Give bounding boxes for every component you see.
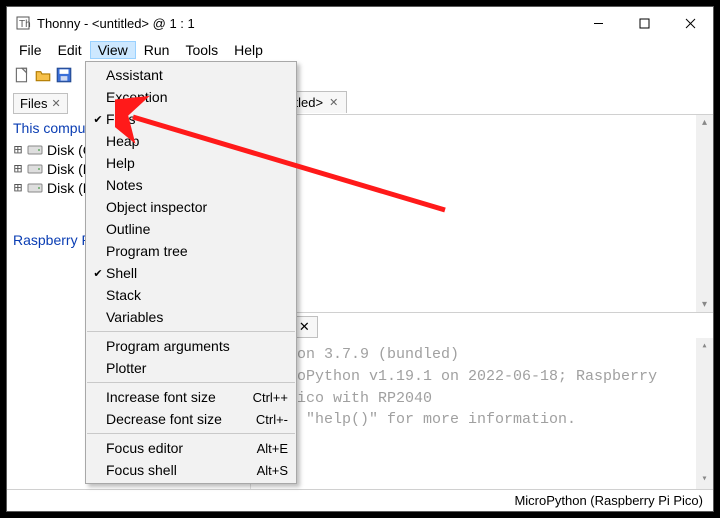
- menu-item-label: Object inspector: [106, 199, 288, 215]
- drive-icon: [27, 163, 43, 175]
- menu-run[interactable]: Run: [136, 41, 178, 59]
- scrollbar-vertical[interactable]: ▴ ▾: [696, 115, 713, 312]
- menu-item-label: Program tree: [106, 243, 288, 259]
- open-file-icon[interactable]: [34, 66, 52, 84]
- menu-item-label: Focus shell: [106, 462, 257, 478]
- expand-icon[interactable]: ⊞: [13, 180, 23, 196]
- statusbar: MicroPython (Raspberry Pi Pico): [7, 489, 713, 511]
- menu-item-label: Variables: [106, 309, 288, 325]
- app-icon: Th: [15, 15, 31, 31]
- close-icon[interactable]: ✕: [51, 97, 60, 110]
- menu-item-label: Decrease font size: [106, 411, 256, 427]
- maximize-button[interactable]: [621, 8, 667, 38]
- menu-item-accel: Alt+S: [257, 463, 288, 478]
- code-editor[interactable]: ▴ ▾: [251, 115, 713, 313]
- scroll-down-icon[interactable]: ▾: [702, 299, 707, 310]
- menu-item-stack[interactable]: Stack: [86, 284, 296, 306]
- scroll-up-icon[interactable]: ▴: [701, 340, 707, 355]
- menu-item-variables[interactable]: Variables: [86, 306, 296, 328]
- menu-item-plotter[interactable]: Plotter: [86, 357, 296, 379]
- editor-area: <untitled> ✕ ▴ ▾ Shell ✕ Python 3.7.9 (b…: [251, 89, 713, 489]
- editor-tabs: <untitled> ✕: [251, 89, 713, 115]
- titlebar: Th Thonny - <untitled> @ 1 : 1: [7, 7, 713, 39]
- close-icon[interactable]: ✕: [329, 96, 338, 109]
- menu-item-object-inspector[interactable]: Object inspector: [86, 196, 296, 218]
- menu-item-program-arguments[interactable]: Program arguments: [86, 335, 296, 357]
- menu-item-outline[interactable]: Outline: [86, 218, 296, 240]
- scroll-up-icon[interactable]: ▴: [702, 117, 707, 128]
- menu-item-decrease-font-size[interactable]: Decrease font sizeCtrl+-: [86, 408, 296, 430]
- menu-file[interactable]: File: [11, 41, 50, 59]
- drive-icon: [27, 182, 43, 194]
- menu-item-label: Focus editor: [106, 440, 257, 456]
- menu-item-accel: Alt+E: [257, 441, 288, 456]
- view-menu-dropdown: AssistantException✔FilesHeapHelpNotesObj…: [85, 61, 297, 484]
- menu-item-accel: Ctrl+-: [256, 412, 288, 427]
- shell-line: MicroPython v1.19.1 on 2022-06-18; Raspb…: [261, 366, 703, 388]
- menu-item-notes[interactable]: Notes: [86, 174, 296, 196]
- menu-item-label: Help: [106, 155, 288, 171]
- menu-item-help[interactable]: Help: [86, 152, 296, 174]
- menu-item-files[interactable]: ✔Files: [86, 108, 296, 130]
- new-file-icon[interactable]: [13, 66, 31, 84]
- menu-item-assistant[interactable]: Assistant: [86, 64, 296, 86]
- menu-item-label: Shell: [106, 265, 288, 281]
- menu-item-increase-font-size[interactable]: Increase font sizeCtrl++: [86, 386, 296, 408]
- close-button[interactable]: [667, 8, 713, 38]
- menu-tools[interactable]: Tools: [177, 41, 226, 59]
- menu-item-program-tree[interactable]: Program tree: [86, 240, 296, 262]
- menu-item-heap[interactable]: Heap: [86, 130, 296, 152]
- menu-item-label: Exception: [106, 89, 288, 105]
- drive-icon: [27, 144, 43, 156]
- menu-separator: [87, 382, 295, 383]
- check-icon: ✔: [90, 113, 106, 126]
- menu-separator: [87, 433, 295, 434]
- menu-item-shell[interactable]: ✔Shell: [86, 262, 296, 284]
- files-panel-tab-label: Files: [20, 96, 47, 111]
- menu-item-label: Heap: [106, 133, 288, 149]
- shell-line: Type "help()" for more information.: [261, 409, 703, 431]
- menu-item-label: Notes: [106, 177, 288, 193]
- minimize-button[interactable]: [575, 8, 621, 38]
- shell-line: Pi Pico with RP2040: [261, 388, 703, 410]
- interpreter-label[interactable]: MicroPython (Raspberry Pi Pico): [514, 493, 703, 508]
- menu-item-label: Program arguments: [106, 338, 288, 354]
- menu-item-label: Outline: [106, 221, 288, 237]
- shell-panel: Shell ✕ Python 3.7.9 (bundled) MicroPyth…: [251, 313, 713, 489]
- window-title: Thonny - <untitled> @ 1 : 1: [37, 16, 195, 31]
- menu-item-exception[interactable]: Exception: [86, 86, 296, 108]
- menu-item-label: Files: [106, 111, 288, 127]
- menu-item-label: Plotter: [106, 360, 288, 376]
- menubar: File Edit View Run Tools Help: [7, 39, 713, 61]
- menu-edit[interactable]: Edit: [50, 41, 90, 59]
- menu-item-label: Increase font size: [106, 389, 253, 405]
- files-panel-tab[interactable]: Files ✕: [13, 93, 68, 114]
- expand-icon[interactable]: ⊞: [13, 142, 23, 158]
- shell-prompt[interactable]: >>>: [261, 431, 703, 453]
- menu-item-accel: Ctrl++: [253, 390, 288, 405]
- menu-item-label: Stack: [106, 287, 288, 303]
- menu-help[interactable]: Help: [226, 41, 271, 59]
- expand-icon[interactable]: ⊞: [13, 161, 23, 177]
- close-icon[interactable]: ✕: [299, 319, 310, 335]
- scroll-down-icon[interactable]: ▾: [701, 473, 707, 488]
- shell-line: Python 3.7.9 (bundled): [261, 344, 703, 366]
- save-file-icon[interactable]: [55, 66, 73, 84]
- menu-item-focus-editor[interactable]: Focus editorAlt+E: [86, 437, 296, 459]
- menu-view[interactable]: View: [90, 41, 136, 59]
- menu-separator: [87, 331, 295, 332]
- scrollbar-vertical[interactable]: ▴ ▾: [696, 338, 713, 489]
- svg-text:Th: Th: [19, 19, 31, 30]
- app-window: Th Thonny - <untitled> @ 1 : 1 File Edit…: [6, 6, 714, 512]
- shell-output[interactable]: Python 3.7.9 (bundled) MicroPython v1.19…: [251, 338, 713, 489]
- check-icon: ✔: [90, 267, 106, 280]
- menu-item-label: Assistant: [106, 67, 288, 83]
- menu-item-focus-shell[interactable]: Focus shellAlt+S: [86, 459, 296, 481]
